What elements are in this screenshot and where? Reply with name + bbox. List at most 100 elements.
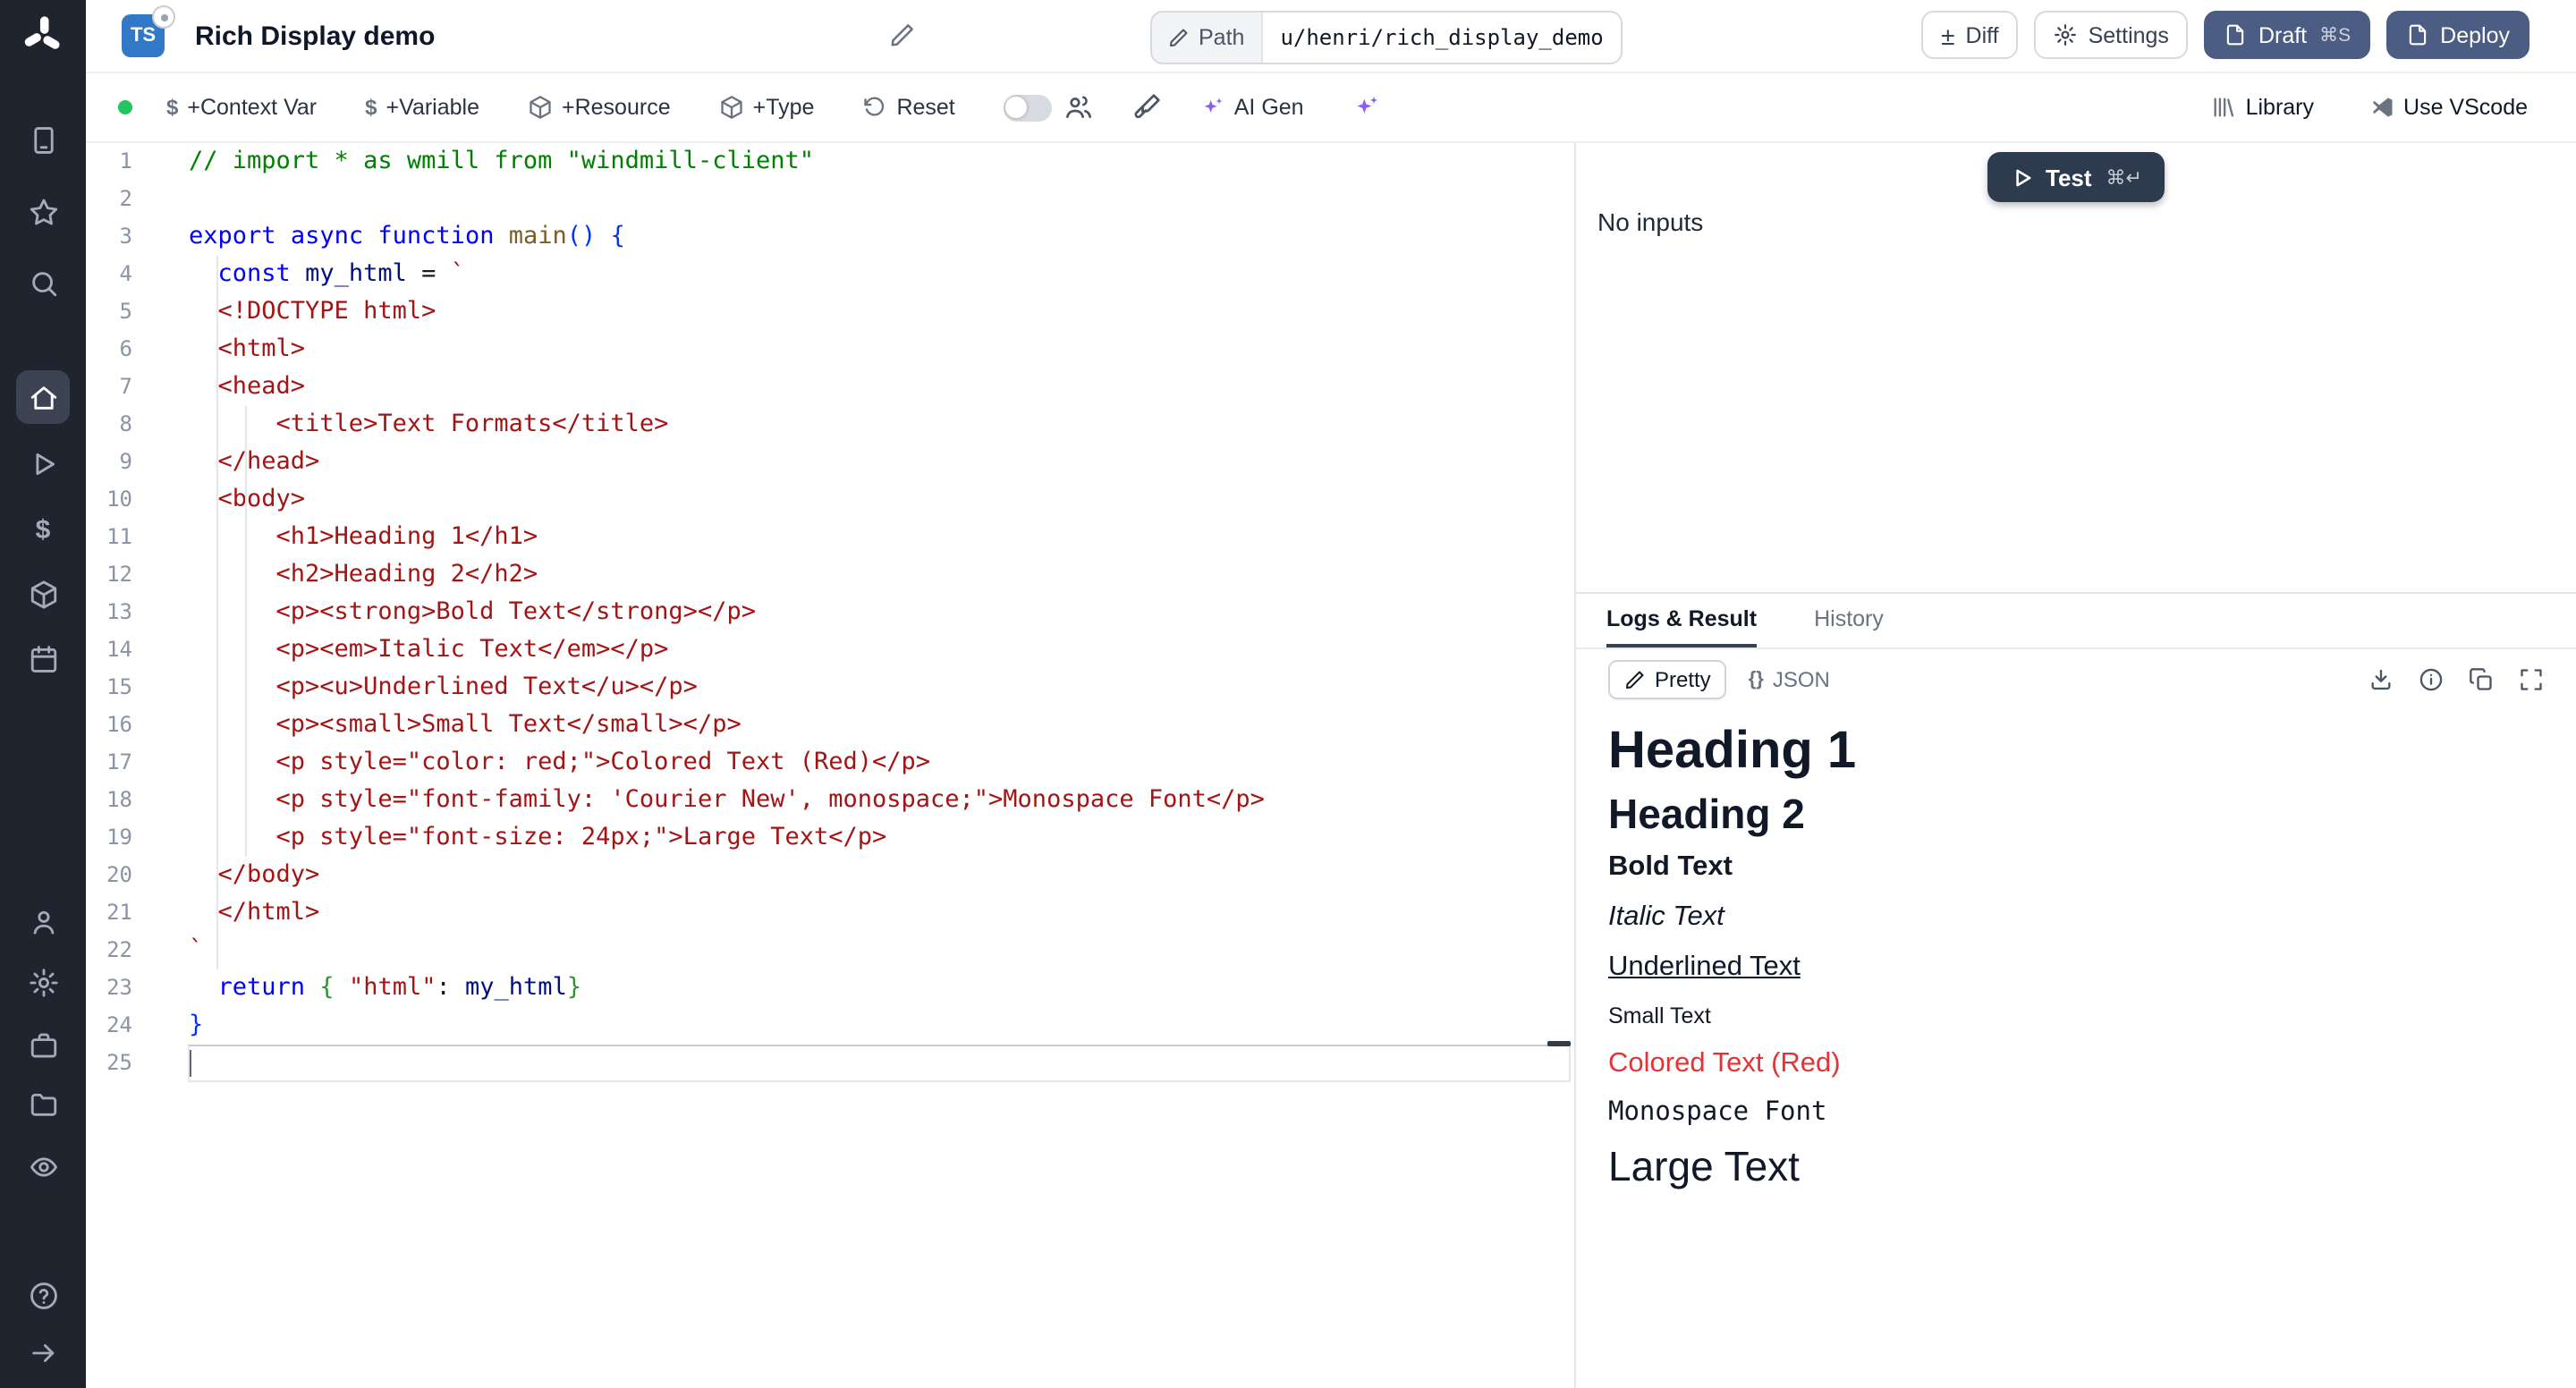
code-token: : [436,973,466,1002]
app-window: $ TS [0,0,2576,1388]
edit-path-pencil-icon [1168,27,1190,48]
code-token [189,973,218,1002]
reset-button[interactable]: Reset [862,95,954,120]
code-line[interactable]: return { "html": my_html} [189,969,1265,1007]
code-line[interactable]: <html> [189,331,1265,368]
code-token [305,973,319,1002]
sidebar-item-workers[interactable] [16,1023,70,1066]
format-brush-icon[interactable] [1132,93,1161,122]
line-number: 4 [86,256,132,293]
sidebar-item-schedules[interactable] [16,637,70,680]
tab-logs-result[interactable]: Logs & Result [1606,594,1757,647]
help-icon[interactable] [16,1274,70,1316]
sidebar-item-users[interactable] [16,900,70,943]
line-number: 13 [86,594,132,631]
result-bold: Bold Text [1608,852,2544,884]
sidebar-item-favorites[interactable] [16,190,70,233]
result-italic: Italic Text [1608,902,2544,935]
code-line[interactable]: export async function main() { [189,218,1265,256]
test-button[interactable]: Test ⌘↵ [1987,152,2165,202]
sidebar-item-resources[interactable] [16,572,70,615]
sparkles-icon[interactable] [1352,93,1381,122]
rendered-result: Heading 1Heading 2Bold TextItalic TextUn… [1576,710,2576,1217]
header-actions: ± Diff Settings Draft ⌘S Deploy [1921,11,2529,59]
sidebar-item-guide[interactable] [16,118,70,161]
editor-toolbar: $ +Context Var $ +Variable +Resource +Ty… [86,73,2576,143]
expand-icon[interactable] [2519,667,2544,692]
download-icon[interactable] [2368,667,2394,692]
result-large: Large Text [1608,1144,2544,1192]
code-line[interactable]: <!DOCTYPE html> [189,293,1265,331]
code-line[interactable]: <p><u>Underlined Text</u></p> [189,669,1265,707]
sidebar-item-search[interactable] [16,261,70,304]
line-number: 24 [86,1007,132,1045]
code-line[interactable]: const my_html = ` [189,256,1265,293]
diff-mode-toggle[interactable] [1004,94,1052,121]
code-line[interactable]: <title>Text Formats</title> [189,406,1265,444]
code-line[interactable]: <body> [189,481,1265,519]
code-token: <p style="font-family: 'Courier New', mo… [189,785,1265,814]
code-line[interactable]: </body> [189,857,1265,894]
sidebar-item-folders[interactable] [16,1082,70,1125]
copy-icon[interactable] [2469,667,2494,692]
sidebar-item-audit-logs[interactable] [16,1145,70,1188]
add-variable-button[interactable]: $ +Variable [365,95,479,120]
edit-summary-pencil-icon[interactable] [889,21,916,48]
code-line[interactable]: <p><strong>Bold Text</strong></p> [189,594,1265,631]
sidebar-item-runs[interactable] [16,442,70,485]
code-line[interactable]: <p><small>Small Text</small></p> [189,707,1265,744]
line-number: 22 [86,932,132,969]
info-icon[interactable] [2419,667,2444,692]
line-number: 8 [86,406,132,444]
collapse-sidebar-icon[interactable] [16,1331,70,1374]
settings-button[interactable]: Settings [2035,11,2189,59]
line-number: 9 [86,444,132,481]
results-panel: Logs & Result History Pretty {} JSON [1576,594,2576,1388]
draft-shortcut: ⌘S [2319,24,2351,46]
code-line[interactable]: <p><em>Italic Text</em></p> [189,631,1265,669]
code-line[interactable]: </html> [189,894,1265,932]
deploy-button[interactable]: Deploy [2386,11,2529,59]
code-line[interactable]: ` [189,932,1265,969]
ai-gen-button[interactable]: AI Gen [1200,95,1304,120]
code-line[interactable]: <head> [189,368,1265,406]
json-view-button[interactable]: {} JSON [1734,660,1844,699]
code-line[interactable]: <p style="color: red;">Colored Text (Red… [189,744,1265,782]
library-button[interactable]: Library [2212,95,2314,120]
code-line[interactable]: <h1>Heading 1</h1> [189,519,1265,556]
code-line[interactable] [189,181,1265,218]
code-lines[interactable]: // import * as wmill from "windmill-clie… [189,143,1265,1082]
draft-button[interactable]: Draft ⌘S [2205,11,2370,59]
use-vscode-button[interactable]: Use VScode [2369,95,2528,120]
sidebar-item-variables[interactable]: $ [16,508,70,551]
add-context-var-button[interactable]: $ +Context Var [166,95,317,120]
add-type-button[interactable]: +Type [719,95,815,120]
sidebar-item-settings[interactable] [16,961,70,1003]
code-line[interactable]: } [189,1007,1265,1045]
code-line[interactable]: // import * as wmill from "windmill-clie… [189,143,1265,181]
code-token: <p style="font-size: 24px;">Large Text</… [189,823,886,851]
line-number: 14 [86,631,132,669]
path-label[interactable]: Path [1152,25,1260,50]
code-line[interactable]: <p style="font-family: 'Courier New', mo… [189,782,1265,819]
code-token: <p><small>Small Text</small></p> [189,710,741,739]
indent-guide [216,256,218,969]
code-token [596,222,610,250]
result-action-icons [2368,667,2544,692]
add-resource-button[interactable]: +Resource [528,95,671,120]
code-line[interactable]: </head> [189,444,1265,481]
code-line[interactable]: <h2>Heading 2</h2> [189,556,1265,594]
tab-history[interactable]: History [1814,594,1884,647]
path-input[interactable]: u/henri/rich_display_demo [1260,13,1621,63]
code-line[interactable]: <p style="font-size: 24px;">Large Text</… [189,819,1265,857]
result-mono: Monospace Font [1608,1099,2544,1128]
users-icon[interactable] [1064,93,1093,122]
diff-button[interactable]: ± Diff [1921,11,2018,59]
code-token: </head> [189,447,319,476]
pretty-view-button[interactable]: Pretty [1608,660,1727,699]
right-panel: Test ⌘↵ No inputs Logs & Result History … [1576,143,2576,1388]
scrollbar-marker[interactable] [1547,1041,1571,1046]
windmill-logo-icon[interactable] [20,13,66,59]
sidebar-item-home[interactable] [16,370,70,424]
code-editor[interactable]: 1234567891011121314151617181920212223242… [86,143,1576,1388]
